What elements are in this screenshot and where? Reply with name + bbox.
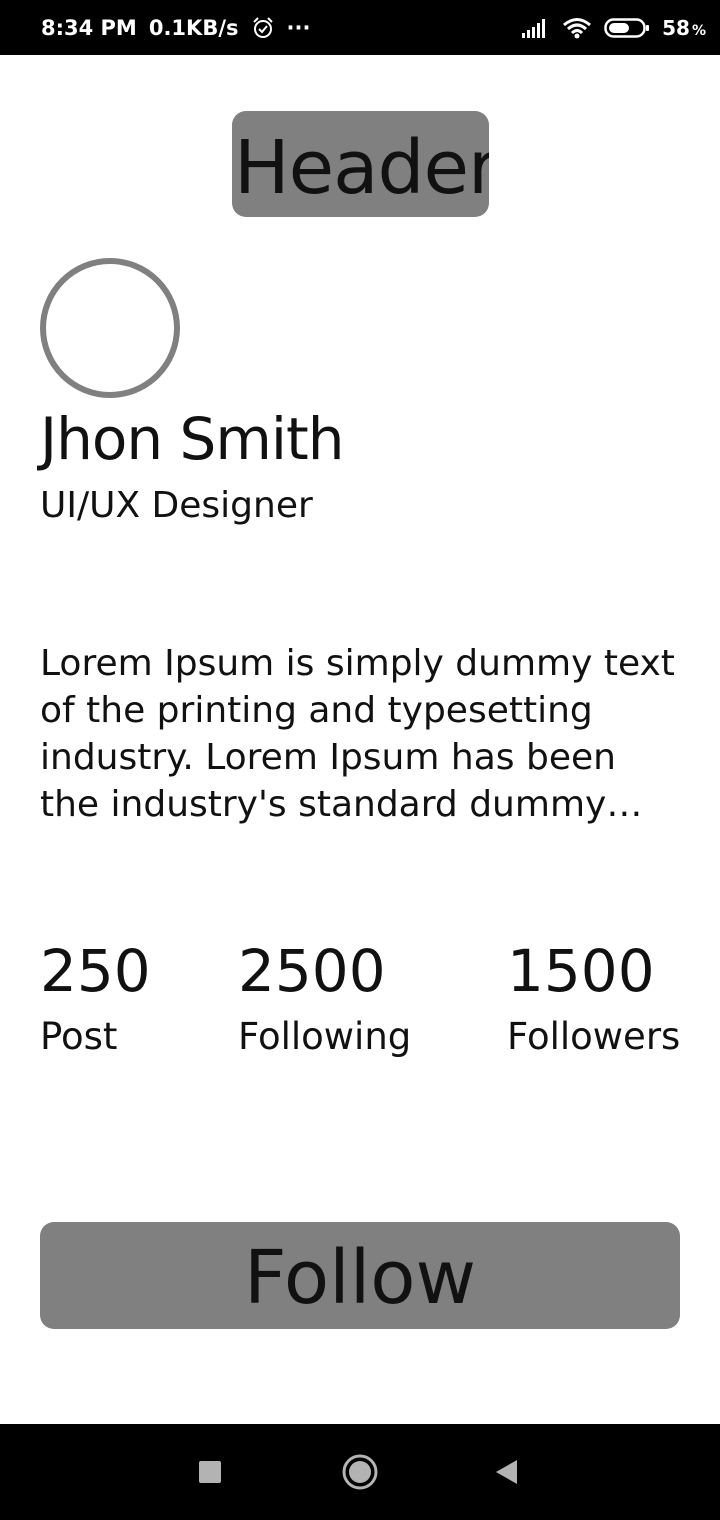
battery-icon — [604, 17, 650, 39]
recents-button[interactable] — [170, 1424, 250, 1520]
navigation-bar — [0, 1424, 720, 1520]
battery-unit: % — [691, 22, 706, 39]
profile-role: UI/UX Designer — [40, 485, 313, 526]
avatar[interactable] — [40, 258, 180, 398]
status-bar: 8:34 PM 0.1KB/s ··· 58 % — [0, 0, 720, 55]
stat-followers-value: 1500 — [507, 937, 655, 1005]
recents-square-icon — [198, 1460, 222, 1484]
back-triangle-icon — [493, 1458, 519, 1486]
stat-followers[interactable]: 1500 Followers — [507, 935, 680, 1058]
status-more-indicator: ··· — [286, 15, 311, 40]
stat-following-value: 2500 — [238, 937, 386, 1005]
home-button[interactable] — [320, 1424, 400, 1520]
stat-posts[interactable]: 250 Post — [40, 935, 151, 1058]
wifi-icon — [562, 17, 592, 39]
status-network-speed: 0.1KB/s — [148, 15, 239, 40]
profile-name: Jhon Smith — [40, 405, 344, 473]
signal-icon — [522, 18, 550, 38]
follow-button-label: Follow — [243, 1234, 477, 1321]
stat-followers-label: Followers — [507, 1015, 681, 1058]
profile-bio: Lorem Ipsum is simply dummy text of the … — [40, 643, 675, 825]
header: Header — [232, 111, 489, 217]
status-bar-left: 8:34 PM 0.1KB/s ··· — [41, 0, 310, 55]
status-time: 8:34 PM — [41, 15, 137, 40]
stat-following-label: Following — [238, 1015, 412, 1058]
home-circle-icon — [341, 1453, 379, 1491]
alarm-icon — [251, 16, 275, 40]
stat-posts-label: Post — [40, 1015, 118, 1058]
battery-percentage: 58 % — [662, 16, 706, 40]
follow-button[interactable]: Follow — [40, 1222, 680, 1329]
stat-following[interactable]: 2500 Following — [238, 935, 411, 1058]
header-title: Header — [234, 125, 489, 211]
back-button[interactable] — [466, 1424, 546, 1520]
battery-value: 58 — [662, 15, 690, 40]
stat-posts-value: 250 — [40, 937, 151, 1005]
status-bar-right: 58 % — [522, 0, 706, 55]
